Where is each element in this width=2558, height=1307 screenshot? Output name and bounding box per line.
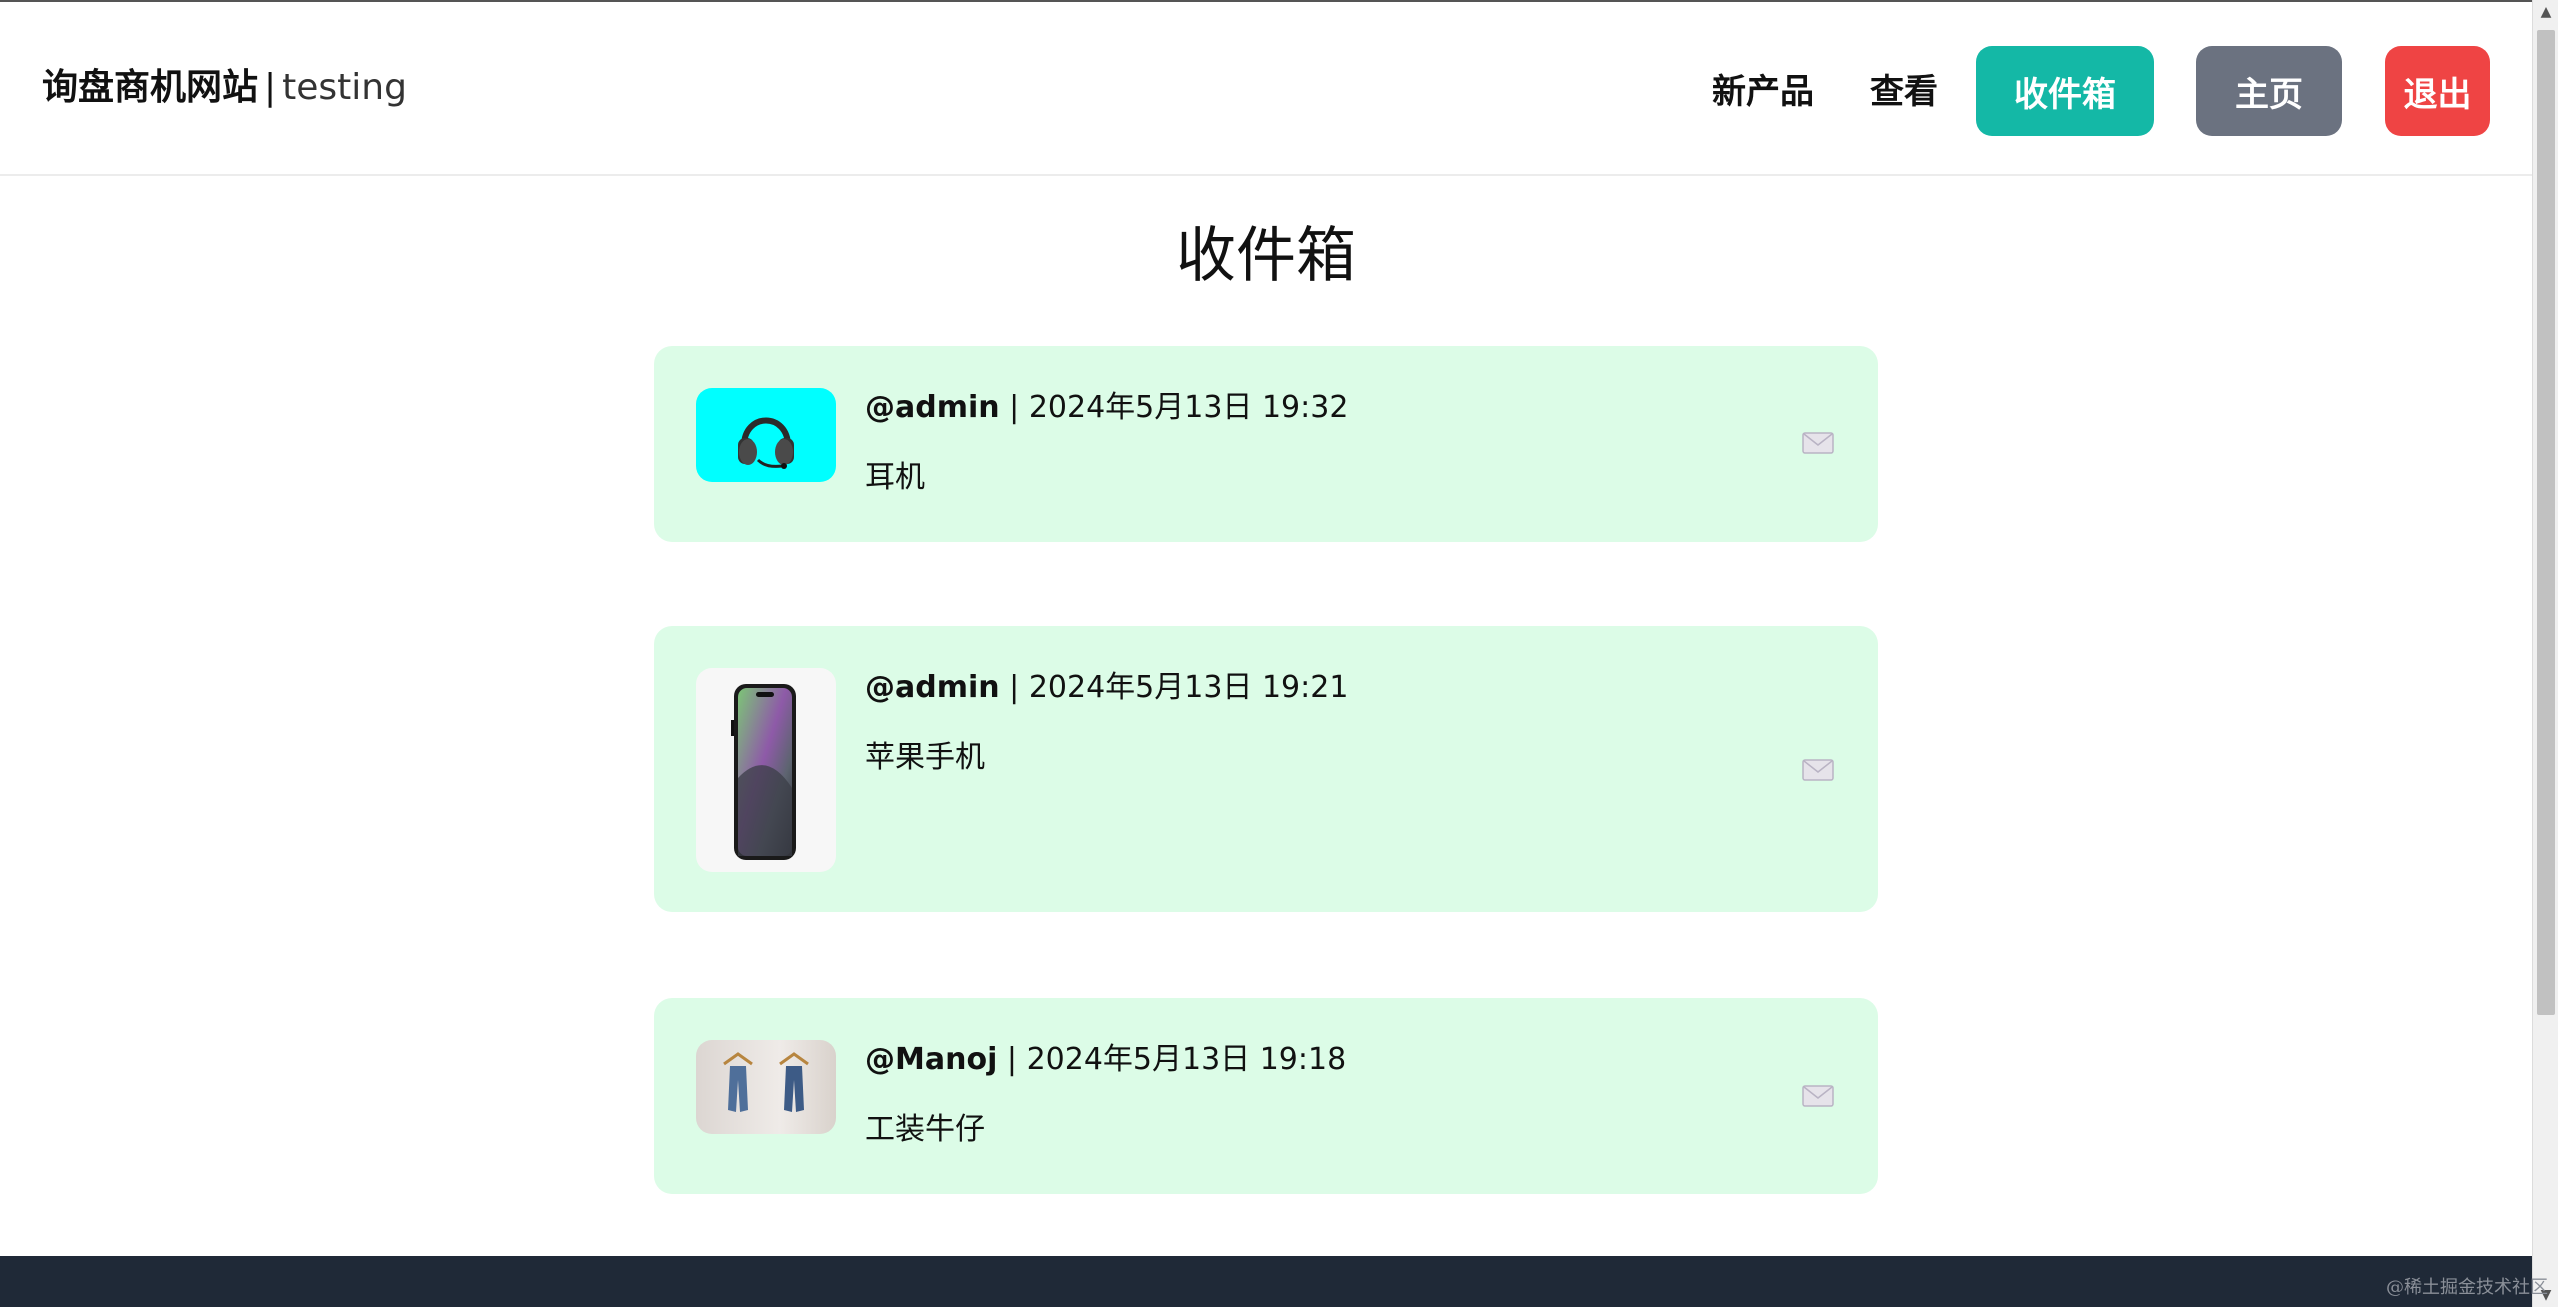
message-user[interactable]: @admin — [865, 670, 1000, 705]
brand-username: testing — [282, 67, 407, 108]
footer — [0, 1256, 2532, 1307]
message-datetime: 2024年5月13日 19:18 — [1026, 1042, 1347, 1077]
message-meta: @admin | 2024年5月13日 19:21 — [865, 668, 1348, 708]
message-datetime: 2024年5月13日 19:21 — [1028, 670, 1349, 705]
mail-icon[interactable] — [1802, 1084, 1834, 1108]
scrollbar[interactable]: ▲ ▼ — [2532, 0, 2558, 1307]
message-text: 苹果手机 — [865, 740, 985, 775]
message-user[interactable]: @Manoj — [865, 1042, 997, 1077]
headphones-image[interactable] — [696, 388, 836, 482]
logout-button[interactable]: 退出 — [2385, 46, 2490, 136]
message-text: 耳机 — [865, 460, 925, 495]
message-card[interactable]: @Manoj | 2024年5月13日 19:18 工装牛仔 — [654, 998, 1878, 1194]
nav-view[interactable]: 查看 — [1870, 70, 1938, 114]
brand-name[interactable]: 询盘商机网站 — [42, 67, 258, 108]
message-text: 工装牛仔 — [865, 1112, 985, 1147]
message-user[interactable]: @admin — [865, 390, 1000, 425]
nav-new-products[interactable]: 新产品 — [1712, 70, 1814, 114]
mail-icon[interactable] — [1802, 758, 1834, 782]
brand-separator: | — [264, 67, 277, 108]
meta-separator: | — [1009, 670, 1020, 705]
mail-icon[interactable] — [1802, 431, 1834, 455]
inbox-button[interactable]: 收件箱 — [1976, 46, 2154, 136]
message-meta: @Manoj | 2024年5月13日 19:18 — [865, 1040, 1346, 1080]
scrollbar-thumb[interactable] — [2537, 30, 2555, 1015]
phone-image[interactable] — [696, 668, 836, 872]
message-card[interactable]: @admin | 2024年5月13日 19:32 耳机 — [654, 346, 1878, 542]
message-datetime: 2024年5月13日 19:32 — [1028, 390, 1349, 425]
home-button[interactable]: 主页 — [2196, 46, 2342, 136]
meta-separator: | — [1009, 390, 1020, 425]
message-card[interactable]: @admin | 2024年5月13日 19:21 苹果手机 — [654, 626, 1878, 912]
brand[interactable]: 询盘商机网站 | testing — [42, 64, 407, 112]
page-title: 收件箱 — [1176, 221, 1356, 291]
scroll-up-arrow-icon[interactable]: ▲ — [2533, 0, 2558, 24]
watermark: @稀土掘金技术社区 — [2386, 1277, 2548, 1298]
jeans-image[interactable] — [696, 1040, 836, 1134]
navbar: 询盘商机网站 | testing 新产品 查看 收件箱 主页 退出 — [0, 2, 2532, 176]
message-meta: @admin | 2024年5月13日 19:32 — [865, 388, 1348, 428]
meta-separator: | — [1006, 1042, 1018, 1077]
